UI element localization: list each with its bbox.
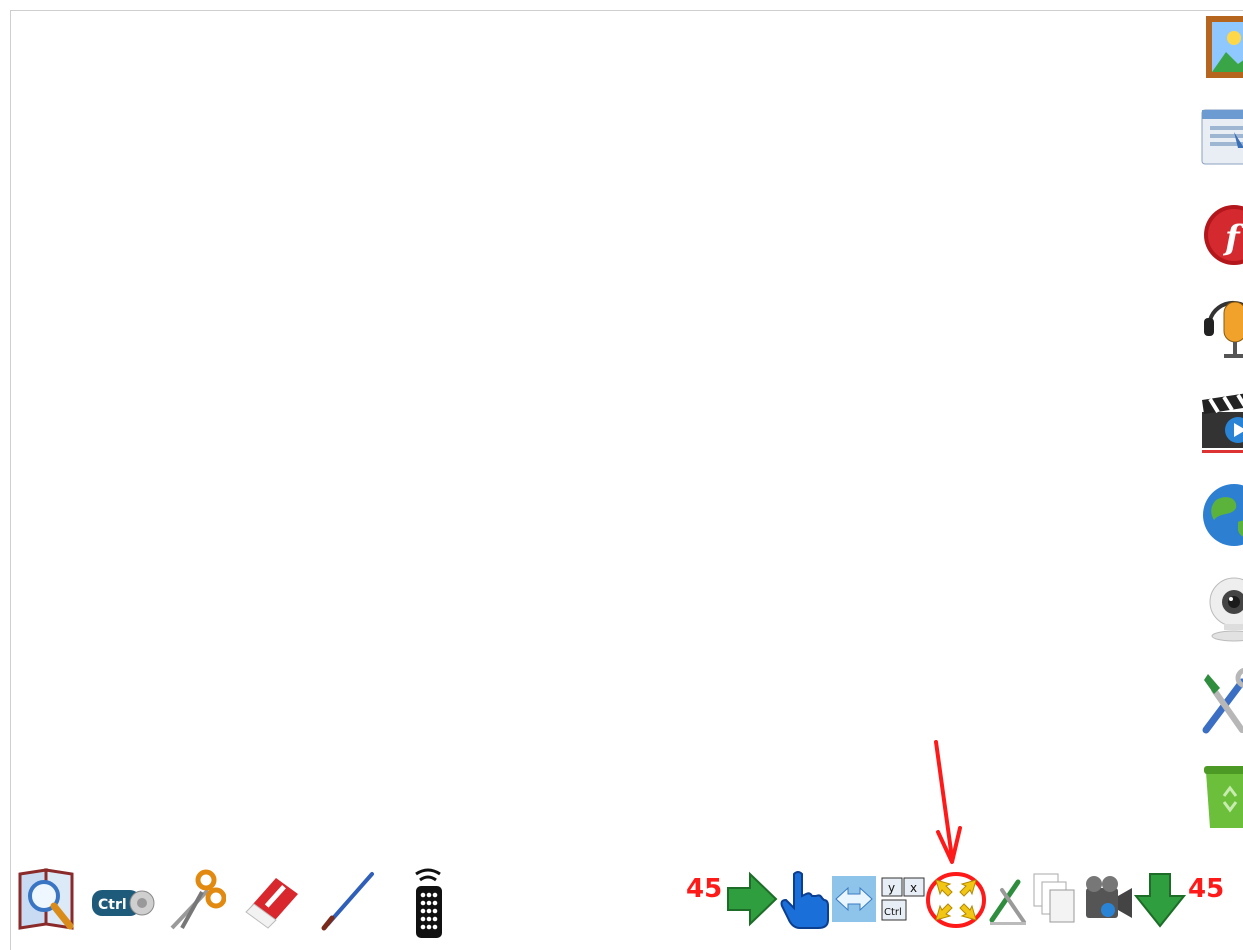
picture-frame-icon[interactable] <box>1198 14 1243 84</box>
pen-icon[interactable] <box>320 868 378 938</box>
magnifier-book-icon[interactable] <box>18 868 76 938</box>
flash-icon[interactable]: f <box>1198 200 1243 270</box>
page-count-right: 45 <box>1188 874 1225 904</box>
keyboard-shortcut-keys[interactable]: y x Ctrl <box>878 870 928 930</box>
globe-icon[interactable] <box>1198 480 1243 550</box>
fullscreen-arrows-icon[interactable] <box>926 870 986 930</box>
page-count-left: 45 <box>686 874 723 904</box>
key-ctrl: Ctrl <box>884 907 902 918</box>
recycle-bin-icon[interactable] <box>1198 762 1243 832</box>
copy-pages-icon[interactable] <box>1030 870 1080 930</box>
video-clapper-icon[interactable] <box>1198 388 1243 458</box>
ctrl-key-label: Ctrl <box>98 897 127 913</box>
tools-icon[interactable] <box>1198 668 1243 738</box>
ctrl-key-icon[interactable]: Ctrl <box>90 868 156 938</box>
draw-tools-icon[interactable] <box>988 870 1028 930</box>
swap-arrows-icon[interactable] <box>830 870 878 930</box>
download-arrow-icon[interactable] <box>1134 870 1186 930</box>
key-y: y <box>888 881 895 895</box>
video-camera-icon[interactable] <box>1082 870 1134 930</box>
microphone-icon[interactable] <box>1198 292 1243 362</box>
whiteboard-canvas[interactable] <box>11 11 1191 856</box>
eraser-icon[interactable] <box>240 868 302 938</box>
next-page-arrow-icon[interactable] <box>724 870 778 930</box>
webcam-icon[interactable] <box>1198 572 1243 642</box>
annotation-arrow <box>920 740 980 874</box>
key-x: x <box>910 881 917 895</box>
pointer-hand-icon[interactable] <box>780 870 830 930</box>
remote-control-icon[interactable] <box>408 868 448 938</box>
window-document-icon[interactable] <box>1198 102 1243 172</box>
scissors-icon[interactable] <box>168 868 226 938</box>
